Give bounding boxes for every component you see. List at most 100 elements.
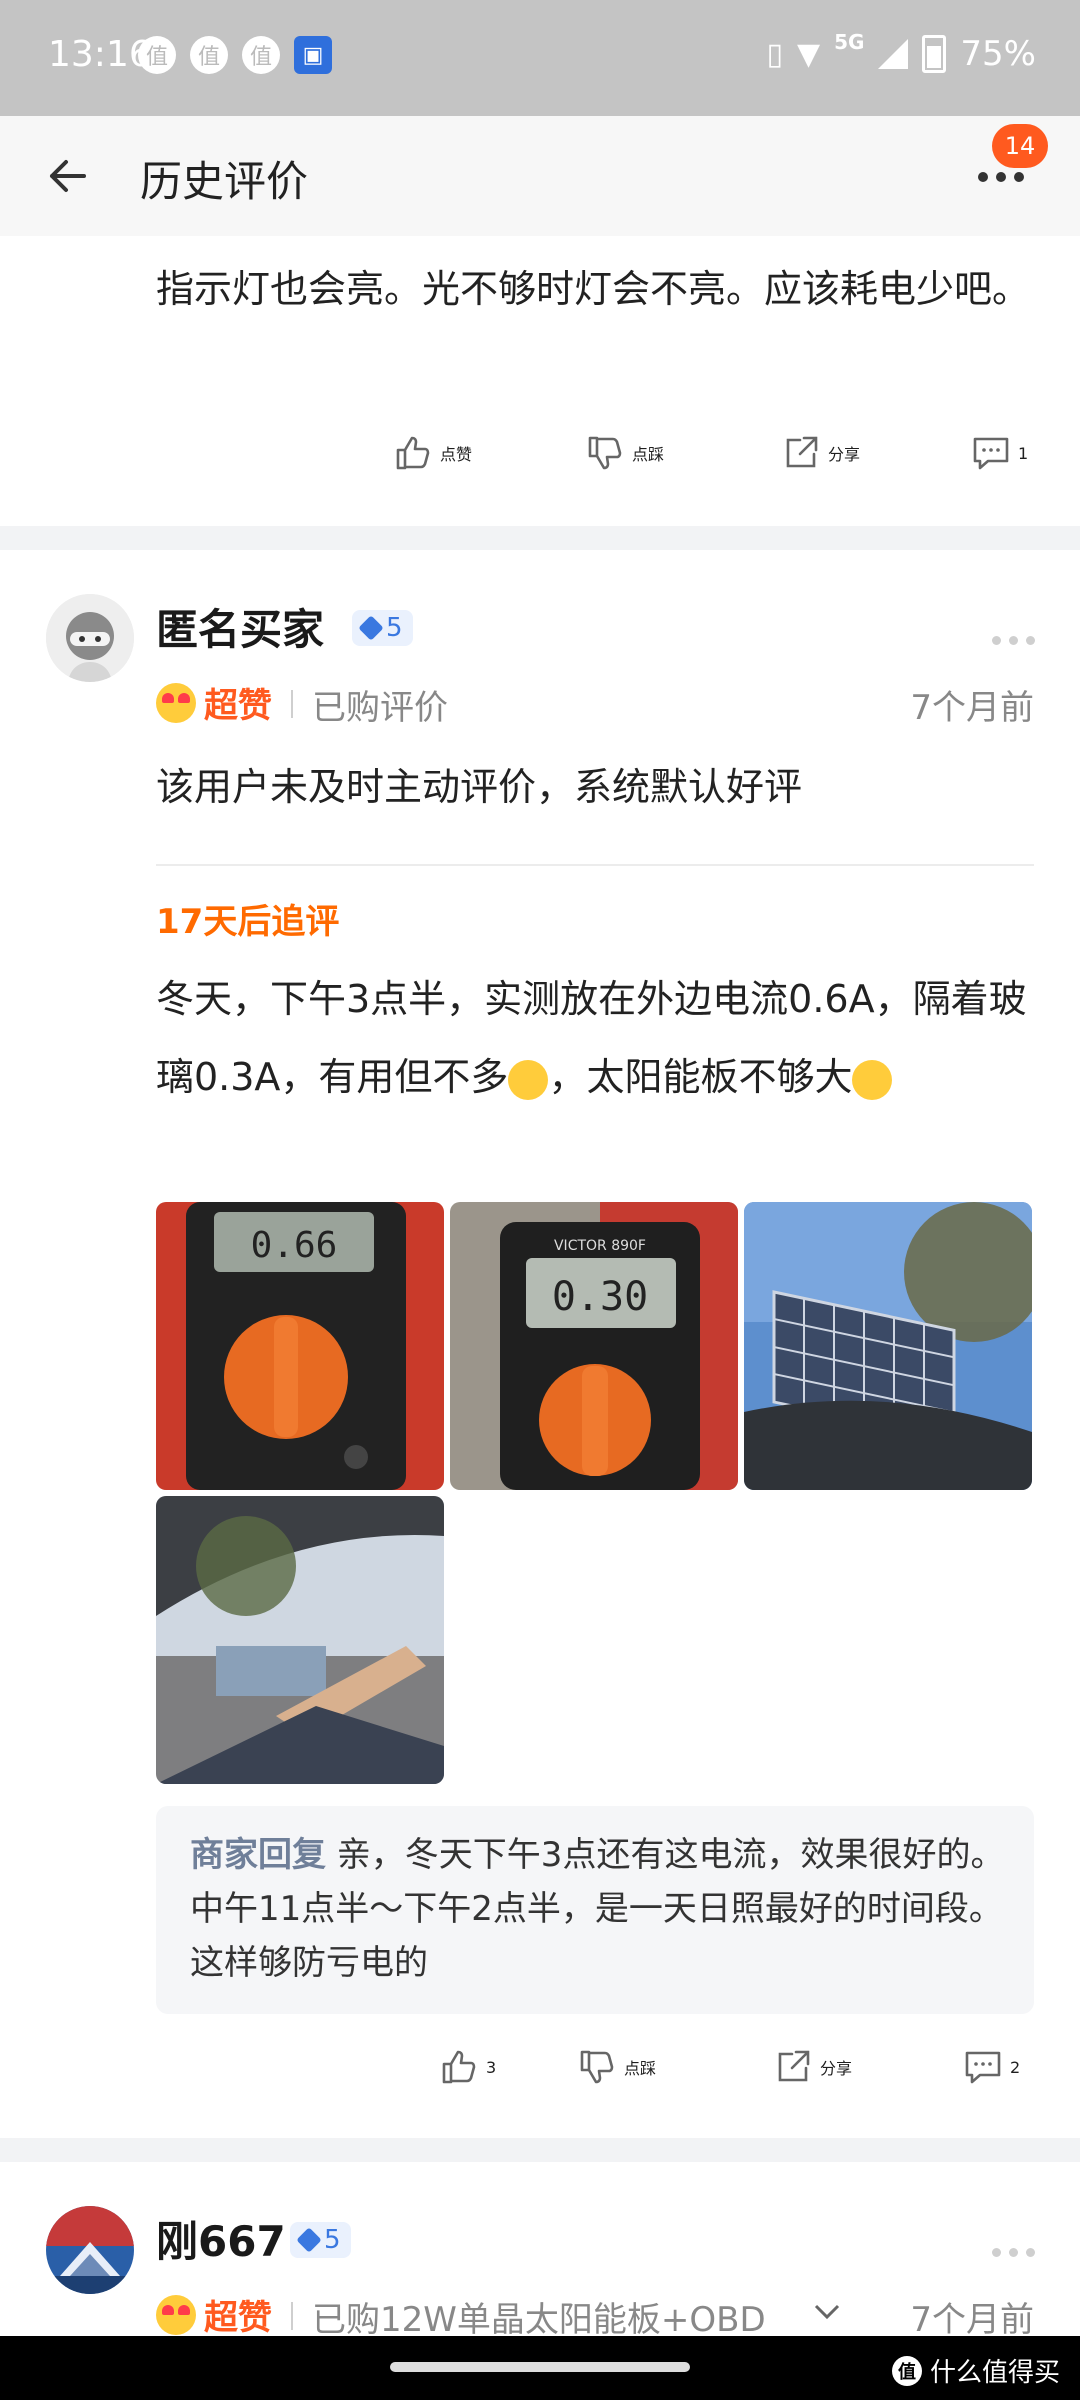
followup-title: 17天后追评 <box>156 902 340 942</box>
section-separator <box>0 526 1080 550</box>
share-button[interactable]: 分享 <box>772 2046 852 2088</box>
review-photo-3[interactable] <box>744 1202 1032 1490</box>
chevron-down-icon[interactable] <box>812 2302 842 2322</box>
back-button[interactable] <box>40 146 100 206</box>
rating: 超赞 <box>156 2290 272 2336</box>
notification-icon: 值 <box>190 36 228 74</box>
thumb-up-icon <box>442 2050 476 2084</box>
status-time: 13:16 <box>48 34 152 75</box>
previous-review-text: 指示灯也会亮。光不够时灯会不亮。应该耗电少吧。 <box>156 267 1031 311</box>
username[interactable]: 刚667 <box>156 2208 286 2269</box>
reviews-list[interactable]: 指示灯也会亮。光不够时灯会不亮。应该耗电少吧。 点赞 点踩 分享 1 匿名买家 <box>0 236 1080 2336</box>
notification-icon: 值 <box>138 36 176 74</box>
watermark: 值 什么值得买 <box>891 2352 1060 2389</box>
user-level-badge: 5 <box>352 610 413 646</box>
rating-label: 超赞 <box>204 2298 272 2336</box>
comment-count: 1 <box>1018 443 1029 463</box>
comment-count: 2 <box>1010 2057 1021 2077</box>
review-photo-4[interactable] <box>156 1496 444 1784</box>
followup-text: 冬天，下午3点半，实测放在外边电流0.6A，隔着玻璃0.3A，有用但不多 ，太阳能… <box>156 960 1036 1116</box>
laughing-tears-emoji-icon <box>508 1059 549 1100</box>
comment-button[interactable]: 1 <box>970 432 1028 474</box>
share-icon <box>778 2050 810 2082</box>
comment-icon <box>973 437 1009 470</box>
user-level-badge: 5 <box>290 2222 351 2258</box>
user-level: 5 <box>324 2225 341 2255</box>
merchant-reply-label: 商家回复 <box>190 1835 326 1875</box>
review-photo-1[interactable]: 0.66 <box>156 1202 444 1490</box>
review-time: 7个月前 <box>910 688 1034 728</box>
share-label: 分享 <box>828 445 861 464</box>
dislike-label: 点踩 <box>624 2059 657 2078</box>
multimeter-photo: 0.66 <box>156 1202 444 1490</box>
anonymous-avatar-icon <box>46 594 134 682</box>
comment-button[interactable]: 2 <box>962 2046 1020 2088</box>
solar-panel-photo <box>744 1202 1032 1490</box>
like-count: 3 <box>486 2057 497 2077</box>
review-text: 该用户未及时主动评价，系统默认好评 <box>156 765 803 809</box>
message-badge: 14 <box>992 124 1048 168</box>
page-title: 历史评价 <box>140 157 309 206</box>
diamond-icon <box>296 2227 322 2253</box>
wifi-icon: ▼ <box>797 36 821 72</box>
merchant-reply-text: 商家回复 亲，冬天下午3点还有这电流，效果很好的。中午11点半～下午2点半，是一… <box>190 1828 1010 1990</box>
thumb-down-icon <box>580 2050 614 2084</box>
status-right: ▯ ▼ 5G 75% <box>766 30 1036 74</box>
battery-icon <box>922 35 947 73</box>
dislike-button[interactable]: 点踩 <box>584 432 664 474</box>
review-more-button[interactable] <box>992 2248 1035 2257</box>
notification-icons: 值 值 值 ▣ <box>138 36 332 74</box>
status-bar: 13:16 值 值 值 ▣ ▯ ▼ 5G 75% <box>0 0 1080 116</box>
meta-divider <box>291 2302 293 2330</box>
multimeter-photo: VICTOR 890F 0.30 <box>450 1202 738 1490</box>
home-indicator[interactable] <box>390 2362 690 2372</box>
review-time: 7个月前 <box>910 2300 1034 2336</box>
review-more-button[interactable] <box>992 636 1035 645</box>
mount-fuji-avatar-icon <box>46 2206 134 2294</box>
rating-label: 超赞 <box>204 686 272 726</box>
watermark-logo-icon: 值 <box>891 2355 922 2386</box>
system-navigation-bar: 值 什么值得买 <box>0 2336 1080 2400</box>
meter-reading-1: 0.66 <box>251 1225 338 1266</box>
like-button[interactable]: 3 <box>438 2046 496 2088</box>
vibrate-icon: ▯ <box>766 36 783 72</box>
app-notification-icon: ▣ <box>294 36 332 74</box>
signal-icon <box>878 39 909 69</box>
more-icon <box>978 172 1024 182</box>
thumb-down-icon <box>588 436 622 470</box>
notification-icon: 值 <box>242 36 280 74</box>
network-type: 5G <box>834 30 865 54</box>
share-icon <box>786 436 818 468</box>
username[interactable]: 匿名买家 <box>156 596 324 657</box>
like-label: 点赞 <box>440 445 473 464</box>
divider <box>156 864 1034 866</box>
avatar[interactable] <box>46 2206 134 2294</box>
app-header: 历史评价 14 <box>0 116 1080 236</box>
share-button[interactable]: 分享 <box>780 432 860 474</box>
purchase-info: 已购12W单晶太阳能板+OBD <box>312 2300 766 2336</box>
user-level: 5 <box>386 613 403 643</box>
purchase-info: 已购评价 <box>312 688 448 728</box>
heart-eyes-icon <box>156 682 196 723</box>
rating: 超赞 <box>156 678 272 727</box>
followup-text-part2: ，太阳能板不够大 <box>548 1055 853 1099</box>
watermark-text: 什么值得买 <box>929 2358 1060 2388</box>
like-button[interactable]: 点赞 <box>392 432 472 474</box>
meta-divider <box>291 690 293 718</box>
meter-reading-2: 0.30 <box>552 1274 648 1320</box>
battery-level: 75% <box>960 34 1036 74</box>
diamond-icon <box>358 615 384 641</box>
share-label: 分享 <box>820 2059 853 2078</box>
dislike-label: 点踩 <box>632 445 665 464</box>
car-window-photo <box>156 1496 444 1784</box>
review-photo-2[interactable]: VICTOR 890F 0.30 <box>450 1202 738 1490</box>
grinning-emoji-icon <box>852 1059 893 1100</box>
thumb-up-icon <box>396 436 430 470</box>
back-arrow-icon <box>50 160 86 192</box>
dislike-button[interactable]: 点踩 <box>576 2046 656 2088</box>
meter-brand: VICTOR 890F <box>554 1238 646 1254</box>
section-separator <box>0 2138 1080 2162</box>
merchant-reply: 商家回复 亲，冬天下午3点还有这电流，效果很好的。中午11点半～下午2点半，是一… <box>156 1806 1034 2014</box>
avatar[interactable] <box>46 594 134 682</box>
heart-eyes-icon <box>156 2294 196 2335</box>
